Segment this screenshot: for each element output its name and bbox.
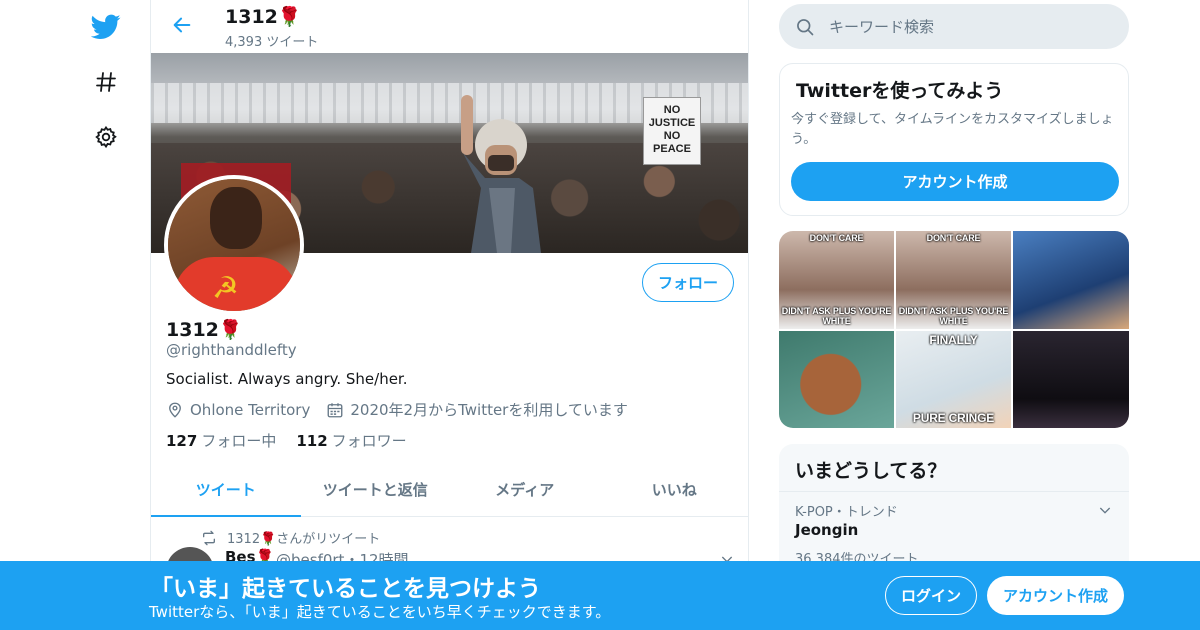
signup-button[interactable]: アカウント作成 [987, 576, 1124, 615]
trends-divider [779, 491, 1129, 492]
trend-name[interactable]: Jeongin [795, 521, 858, 539]
location-text: Ohlone Territory [190, 400, 311, 419]
search-icon [795, 17, 815, 37]
bottom-bar-headline: 「いま」起きていることを見つけよう [150, 576, 541, 602]
media-thumbnail[interactable]: DON'T CARE DIDN'T ASK PLUS YOU'RE WHITE [896, 231, 1011, 329]
meme-caption-bottom: PURE CRINGE [912, 411, 995, 425]
signup-card-description: 今すぐ登録して、タイムラインをカスタマイズしましょう。 [791, 112, 1114, 147]
meme-caption-bottom: DIDN'T ASK PLUS YOU'RE WHITE [781, 306, 892, 326]
twitter-logo-icon[interactable] [80, 1, 132, 53]
meme-caption-top: DON'T CARE [926, 233, 981, 243]
profile-column: 1312🌹 4,393 ツイート NO JUSTICE NO PEACE ☭ フ… [150, 0, 749, 630]
profile-meta: Ohlone Territory 2020年2月からTwitterを利用していま… [166, 399, 644, 420]
profile-location: Ohlone Territory [166, 401, 310, 419]
tab-likes[interactable]: いいね [600, 463, 749, 516]
followers-count: 112 [296, 432, 328, 450]
tab-media[interactable]: メディア [450, 463, 600, 516]
calendar-icon [326, 401, 344, 419]
back-arrow-icon[interactable] [167, 10, 197, 40]
login-button[interactable]: ログイン [885, 576, 977, 615]
profile-handle: @righthanddlefty [166, 341, 297, 359]
media-thumbnail[interactable]: DON'T CARE DIDN'T ASK PLUS YOU'RE WHITE [779, 231, 894, 329]
followers-link[interactable]: 112 フォロワー [296, 430, 406, 451]
avatar-head [210, 187, 262, 249]
follow-button[interactable]: フォロー [642, 263, 734, 302]
tab-tweets[interactable]: ツイート [151, 463, 301, 517]
meme-caption-top: FINALLY [929, 333, 978, 347]
media-thumbnail[interactable]: FINALLY PURE CRINGE [896, 331, 1011, 428]
create-account-button[interactable]: アカウント作成 [791, 162, 1119, 201]
media-thumbnail[interactable] [1013, 331, 1129, 428]
trends-title: いまどうしてる？ [795, 460, 947, 482]
signup-card: Twitterを使ってみよう 今すぐ登録して、タイムラインをカスタマイズしましょ… [779, 63, 1129, 216]
profile-bio: Socialist. Always angry. She/her. [166, 370, 408, 388]
signup-card-title: Twitterを使ってみよう [796, 80, 1004, 102]
header-name: 1312🌹 [225, 6, 302, 28]
profile-joined: 2020年2月からTwitterを利用しています [326, 399, 628, 420]
followers-label: フォロワー [331, 432, 407, 450]
hashtag-icon[interactable] [80, 56, 132, 108]
profile-name: 1312🌹 [166, 319, 243, 341]
hammer-sickle-icon: ☭ [212, 271, 239, 306]
chevron-down-icon[interactable] [1097, 502, 1113, 522]
meme-caption-bottom: DIDN'T ASK PLUS YOU'RE WHITE [898, 306, 1009, 326]
following-label: フォロー中 [201, 432, 277, 450]
profile-header: 1312🌹 4,393 ツイート [151, 0, 748, 53]
meme-caption-top: DON'T CARE [809, 233, 864, 243]
following-link[interactable]: 127 フォロー中 [166, 430, 276, 451]
bottom-bar-subtext: Twitterなら、「いま」起きていることをいち早くチェックできます。 [149, 603, 611, 621]
banner-protest-sign: NO JUSTICE NO PEACE [643, 97, 701, 165]
gear-icon[interactable] [80, 111, 132, 163]
profile-avatar[interactable]: ☭ [164, 175, 304, 315]
left-nav [80, 0, 132, 630]
search-box[interactable] [779, 4, 1129, 49]
header-tweet-count: 4,393 ツイート [225, 35, 319, 50]
banner-protester [461, 95, 541, 253]
media-grid: DON'T CARE DIDN'T ASK PLUS YOU'RE WHITE … [779, 231, 1129, 428]
profile-stats: 127 フォロー中 112 フォロワー [166, 430, 427, 451]
location-pin-icon [166, 401, 184, 419]
retweet-icon [201, 530, 217, 546]
media-thumbnail[interactable] [1013, 231, 1129, 329]
profile-tabs: ツイート ツイートと返信 メディア いいね [151, 463, 749, 517]
tab-tweets-and-replies[interactable]: ツイートと返信 [301, 463, 451, 516]
trend-category: K-POP・トレンド [795, 505, 898, 520]
bottom-signup-bar: 「いま」起きていることを見つけよう Twitterなら、「いま」起きていることを… [0, 561, 1200, 630]
following-count: 127 [166, 432, 198, 450]
media-thumbnail[interactable] [779, 331, 894, 428]
joined-text: 2020年2月からTwitterを利用しています [350, 401, 628, 419]
search-input[interactable] [829, 17, 1109, 36]
